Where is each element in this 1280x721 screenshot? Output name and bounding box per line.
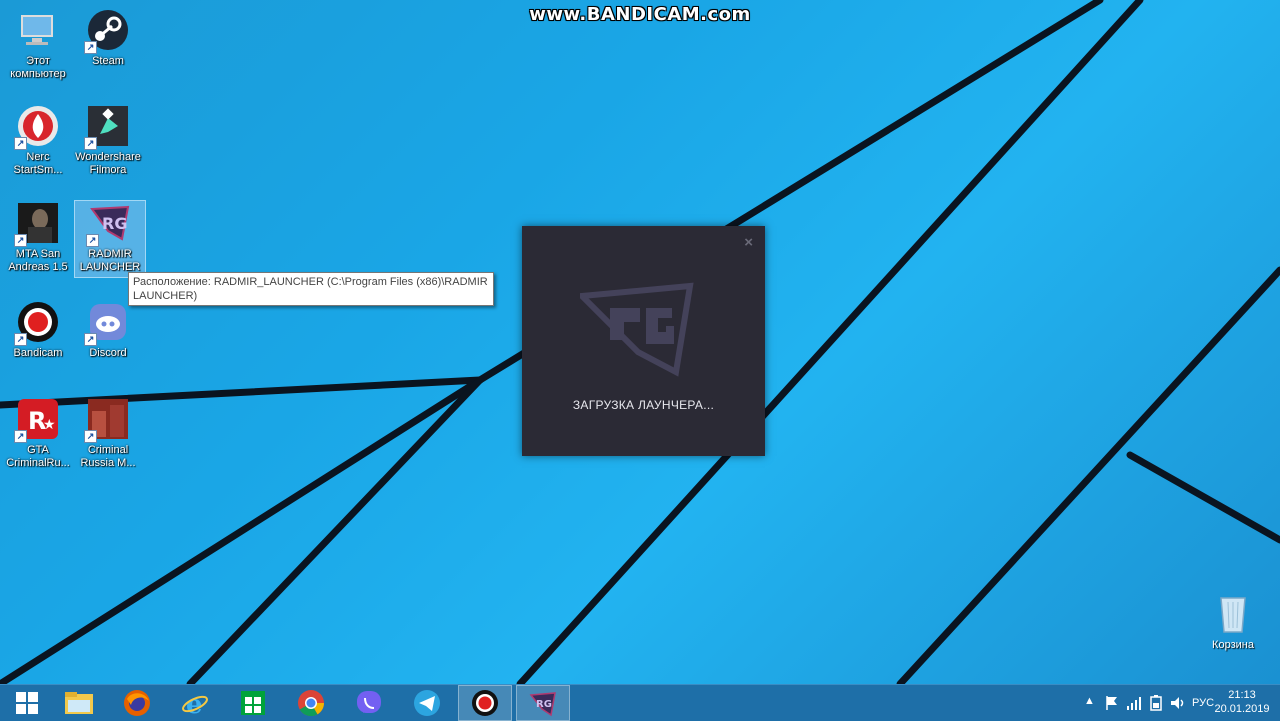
rockstar-icon: R ★ ↗: [14, 397, 60, 443]
desktop-icon-discord[interactable]: ↗ Discord: [73, 300, 143, 360]
shortcut-arrow-icon: ↗: [14, 430, 27, 443]
clock-date: 20.01.2019: [1214, 703, 1270, 715]
taskbar: e RG ▲ РУС 21:13 20.01.2019: [0, 684, 1280, 721]
firefox-icon: [124, 690, 150, 716]
desktop-icon-criminal-russia[interactable]: ↗ Criminal Russia M...: [73, 397, 143, 470]
close-icon[interactable]: ×: [744, 234, 753, 251]
discord-icon: ↗: [84, 300, 130, 346]
folder-icon: [65, 692, 93, 714]
shortcut-arrow-icon: ↗: [84, 41, 97, 54]
recycle-bin-icon: [1220, 597, 1246, 633]
taskbar-firefox[interactable]: [110, 685, 164, 721]
taskbar-telegram[interactable]: [400, 685, 454, 721]
loading-status-text: ЗАГРУЗКА ЛАУНЧЕРА...: [572, 398, 715, 412]
desktop-icon-nerc[interactable]: ↗ Nerc StartSm...: [3, 104, 73, 177]
desktop-icon-label: Bandicam: [13, 347, 63, 359]
desktop-icon-bandicam[interactable]: ↗ Bandicam: [3, 300, 73, 360]
svg-text:RG: RG: [102, 214, 127, 233]
criminal-russia-icon: ↗: [84, 397, 130, 443]
start-button[interactable]: [0, 685, 54, 721]
nerc-icon: ↗: [14, 104, 60, 150]
desktop-icon-label: GTA CriminalRu...: [6, 444, 70, 469]
filmora-icon: ↗: [84, 104, 130, 150]
taskbar-bandicam[interactable]: [458, 685, 512, 721]
radmir-launcher-splash: × ЗАГРУЗКА ЛАУНЧЕРА...: [522, 226, 765, 456]
desktop-icon-gta-criminal[interactable]: R ★ ↗ GTA CriminalRu...: [3, 397, 73, 470]
radmir-logo-icon: RG ↗: [86, 201, 132, 247]
svg-text:e: e: [186, 690, 203, 717]
desktop-icon-label: Nerc StartSm...: [13, 151, 63, 176]
tooltip-location: Расположение: RADMIR_LAUNCHER (C:\Progra…: [128, 272, 494, 306]
store-icon: [241, 691, 265, 715]
battery-icon[interactable]: [1148, 695, 1164, 711]
svg-text:RG: RG: [536, 699, 552, 710]
desktop-icon-recycle-bin[interactable]: Корзина: [1205, 590, 1261, 651]
system-tray: ▲ РУС 21:13 20.01.2019: [1080, 685, 1280, 721]
desktop-icon-label: Wondershare Filmora: [75, 151, 141, 176]
shortcut-arrow-icon: ↗: [84, 137, 97, 150]
mta-icon: ↗: [14, 201, 60, 247]
internet-explorer-icon: e: [182, 690, 208, 717]
taskbar-radmir-launcher[interactable]: RG: [516, 685, 570, 721]
windows-logo-icon: [16, 692, 38, 714]
chrome-icon: [298, 690, 325, 717]
volume-icon[interactable]: [1170, 695, 1186, 711]
radmir-logo-icon: RG: [529, 692, 556, 717]
taskbar-internet-explorer[interactable]: e: [168, 685, 222, 721]
clock-time: 21:13: [1228, 689, 1256, 701]
shortcut-arrow-icon: ↗: [14, 234, 27, 247]
telegram-icon: [414, 690, 440, 716]
radmir-logo-icon: [580, 282, 694, 377]
network-icon[interactable]: [1126, 695, 1142, 711]
viber-icon: [357, 691, 381, 713]
language-indicator[interactable]: РУС: [1192, 697, 1214, 709]
chevron-up-icon[interactable]: ▲: [1084, 695, 1095, 707]
clock[interactable]: 21:13 20.01.2019: [1212, 688, 1272, 716]
desktop-icon-mta[interactable]: ↗ MTA San Andreas 1.5: [3, 201, 73, 274]
bandicam-watermark: www.BANDICAM.com: [529, 4, 751, 25]
desktop-icon-label: MTA San Andreas 1.5: [8, 248, 68, 273]
desktop-icon-label: Discord: [89, 347, 127, 359]
desktop-icon-label: RADMIR LAUNCHER: [79, 248, 141, 273]
taskbar-chrome[interactable]: [284, 685, 338, 721]
desktop-icon-steam[interactable]: ↗ Steam: [73, 8, 143, 68]
shortcut-arrow-icon: ↗: [14, 333, 27, 346]
svg-text:★: ★: [43, 417, 56, 433]
desktop-icon-label: Steam: [92, 55, 124, 67]
desktop-icon-radmir-launcher[interactable]: RG ↗ RADMIR LAUNCHER: [74, 200, 146, 278]
shortcut-arrow-icon: ↗: [84, 430, 97, 443]
shortcut-arrow-icon: ↗: [14, 137, 27, 150]
desktop-icon-label: Этот компьютер: [10, 55, 66, 80]
steam-icon: ↗: [84, 8, 130, 54]
bandicam-icon: ↗: [14, 300, 60, 346]
shortcut-arrow-icon: ↗: [86, 234, 99, 247]
shortcut-arrow-icon: ↗: [84, 333, 97, 346]
taskbar-store[interactable]: [226, 685, 280, 721]
computer-icon: [16, 8, 60, 52]
flag-icon[interactable]: [1104, 695, 1120, 711]
desktop-icon-filmora[interactable]: ↗ Wondershare Filmora: [73, 104, 143, 177]
taskbar-file-explorer[interactable]: [52, 685, 106, 721]
taskbar-viber[interactable]: [342, 685, 396, 721]
desktop-icon-label: Criminal Russia M...: [80, 444, 136, 469]
desktop-icon-this-pc[interactable]: Этот компьютер: [3, 8, 73, 81]
desktop-icon-label: Корзина: [1212, 639, 1254, 651]
bandicam-icon: [472, 690, 498, 716]
